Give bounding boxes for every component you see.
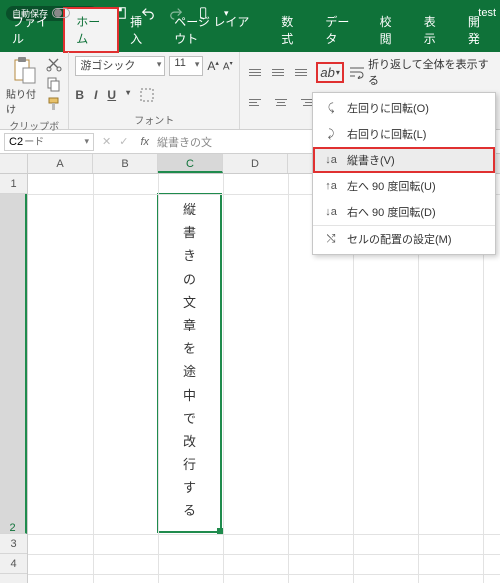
name-box[interactable]: C2 bbox=[4, 133, 94, 151]
paste-button[interactable]: 貼り付け bbox=[6, 56, 42, 116]
border-icon[interactable] bbox=[140, 88, 154, 105]
align-top-icon[interactable] bbox=[248, 65, 265, 79]
row-header[interactable]: 2 bbox=[0, 194, 27, 534]
group-clipboard: 貼り付け クリップボード bbox=[0, 52, 69, 129]
row-headers: 1234 bbox=[0, 174, 28, 583]
chevron-down-icon: ▾ bbox=[336, 68, 340, 77]
column-header[interactable]: A bbox=[28, 154, 93, 173]
enter-icon[interactable]: ✓ bbox=[115, 135, 132, 148]
vertical-text-icon: ↓a bbox=[323, 154, 339, 166]
rotate-ccw-icon: ⤹ bbox=[323, 102, 339, 115]
toggle-pill bbox=[52, 8, 70, 18]
column-header[interactable]: B bbox=[93, 154, 158, 173]
format-icon: ⤭ bbox=[323, 233, 339, 246]
group-label-font: フォント bbox=[75, 110, 233, 127]
align-middle-icon[interactable] bbox=[271, 65, 288, 79]
rotate-cw-icon: ⤸ bbox=[323, 128, 339, 141]
align-center-icon[interactable] bbox=[272, 95, 290, 109]
menu-rotate-ccw[interactable]: ⤹ 左回りに回転(O) bbox=[313, 95, 495, 121]
cut-icon[interactable] bbox=[46, 56, 62, 72]
italic-button[interactable]: I bbox=[94, 88, 97, 105]
font-size-select[interactable]: 11 bbox=[169, 56, 203, 76]
orientation-button[interactable]: ab ▾ bbox=[317, 63, 342, 82]
align-bottom-icon[interactable] bbox=[294, 65, 311, 79]
wrap-icon bbox=[349, 65, 364, 79]
format-painter-icon[interactable] bbox=[46, 96, 62, 112]
tab-dev[interactable]: 開発 bbox=[456, 8, 500, 52]
wrap-text-button[interactable]: 折り返して全体を表示する bbox=[349, 56, 492, 88]
tab-data[interactable]: データ bbox=[313, 8, 367, 52]
cell-vertical-text: 縦書きの文章を途中で改行する bbox=[159, 195, 220, 521]
fx-icon[interactable]: fx bbox=[132, 136, 157, 148]
copy-icon[interactable] bbox=[46, 76, 62, 92]
menu-label: 左へ 90 度回転(U) bbox=[347, 178, 436, 194]
column-header[interactable]: C bbox=[158, 154, 223, 173]
ribbon-tabs: ファイル ホーム 挿入 ページ レイアウト 数式 データ 校閲 表示 開発 bbox=[0, 26, 500, 52]
selected-cell[interactable]: 縦書きの文章を途中で改行する bbox=[157, 193, 222, 533]
cancel-icon[interactable]: ✕ bbox=[98, 135, 115, 148]
font-name-select[interactable]: 游ゴシック bbox=[75, 56, 165, 76]
menu-label: セルの配置の設定(M) bbox=[347, 231, 452, 247]
tab-view[interactable]: 表示 bbox=[412, 8, 456, 52]
rotate-down-icon: ↓a bbox=[323, 206, 339, 218]
menu-rotate-up[interactable]: ↑a 左へ 90 度回転(U) bbox=[313, 173, 495, 199]
orientation-dropdown: ⤹ 左回りに回転(O) ⤸ 右回りに回転(L) ↓a 縦書き(V) ↑a 左へ … bbox=[312, 92, 496, 255]
menu-format-alignment[interactable]: ⤭ セルの配置の設定(M) bbox=[313, 226, 495, 252]
menu-label: 右回りに回転(L) bbox=[347, 126, 426, 142]
redo-icon[interactable] bbox=[168, 5, 184, 21]
underline-more-icon[interactable]: ▾ bbox=[126, 88, 130, 105]
paste-label: 貼り付け bbox=[6, 86, 42, 116]
menu-vertical-text[interactable]: ↓a 縦書き(V) bbox=[313, 147, 495, 173]
menu-rotate-cw[interactable]: ⤸ 右回りに回転(L) bbox=[313, 121, 495, 147]
formula-value[interactable]: 縦書きの文 bbox=[157, 134, 212, 150]
row-header[interactable]: 4 bbox=[0, 554, 27, 574]
tab-review[interactable]: 校閲 bbox=[368, 8, 412, 52]
menu-label: 縦書き(V) bbox=[347, 152, 395, 168]
group-font: 游ゴシック 11 A▴ A▾ B I U ▾ フォント bbox=[69, 52, 240, 129]
rotate-up-icon: ↑a bbox=[323, 180, 339, 192]
tab-insert[interactable]: 挿入 bbox=[118, 8, 162, 52]
column-header[interactable]: D bbox=[223, 154, 288, 173]
row-header[interactable]: 3 bbox=[0, 534, 27, 554]
align-left-icon[interactable] bbox=[248, 95, 266, 109]
increase-font-icon[interactable]: A▴ bbox=[207, 59, 219, 73]
bold-button[interactable]: B bbox=[75, 88, 84, 105]
menu-label: 右へ 90 度回転(D) bbox=[347, 204, 436, 220]
select-all-button[interactable] bbox=[0, 154, 28, 174]
menu-label: 左回りに回転(O) bbox=[347, 100, 429, 116]
row-header[interactable]: 1 bbox=[0, 174, 27, 194]
name-box-value: C2 bbox=[9, 136, 23, 148]
decrease-font-icon[interactable]: A▾ bbox=[223, 60, 233, 72]
tab-formulas[interactable]: 数式 bbox=[269, 8, 313, 52]
menu-rotate-down[interactable]: ↓a 右へ 90 度回転(D) bbox=[313, 199, 495, 226]
orientation-icon: ab bbox=[320, 65, 334, 80]
tab-home[interactable]: ホーム bbox=[64, 8, 118, 52]
wrap-label: 折り返して全体を表示する bbox=[368, 56, 492, 88]
underline-button[interactable]: U bbox=[107, 88, 116, 105]
